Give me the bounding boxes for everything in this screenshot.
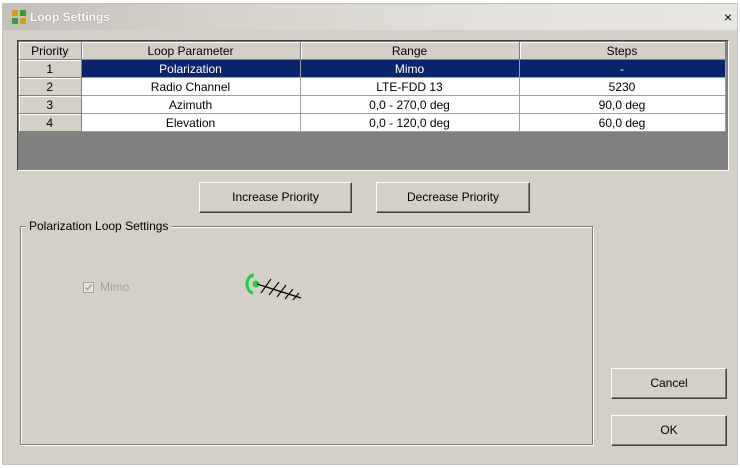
table-row[interactable]: 2 Radio Channel LTE-FDD 13 5230 <box>19 77 726 96</box>
column-header-range[interactable]: Range <box>300 42 520 60</box>
app-icon <box>12 10 26 24</box>
dialog-title: Loop Settings <box>30 10 110 24</box>
priority-cell[interactable]: 3 <box>19 95 82 114</box>
range-cell[interactable]: LTE-FDD 13 <box>300 77 520 96</box>
range-cell[interactable]: 0,0 - 120,0 deg <box>300 113 520 132</box>
column-header-priority[interactable]: Priority <box>19 42 82 60</box>
range-cell[interactable]: 0,0 - 270,0 deg <box>300 95 520 114</box>
table-header-row: Priority Loop Parameter Range Steps <box>19 42 726 60</box>
priority-cell[interactable]: 2 <box>19 77 82 96</box>
parameter-cell[interactable]: Radio Channel <box>81 77 301 96</box>
title-bar: Loop Settings × <box>3 4 737 30</box>
mimo-checkbox-row: Mimo <box>83 280 129 294</box>
polarization-antenna-icon <box>245 273 302 301</box>
steps-cell[interactable]: 90,0 deg <box>519 95 726 114</box>
group-legend: Polarization Loop Settings <box>26 219 172 233</box>
table-row[interactable]: 4 Elevation 0,0 - 120,0 deg 60,0 deg <box>19 113 726 132</box>
loop-table: Priority Loop Parameter Range Steps 1 Po… <box>19 42 726 132</box>
steps-cell[interactable]: - <box>519 59 726 78</box>
checkmark-icon <box>84 283 93 291</box>
column-header-loop-parameter[interactable]: Loop Parameter <box>81 42 301 60</box>
polarization-loop-settings-group <box>20 226 593 445</box>
priority-cell[interactable]: 1 <box>19 59 82 78</box>
steps-cell[interactable]: 5230 <box>519 77 726 96</box>
table-row[interactable]: 1 Polarization Mimo - <box>19 59 726 78</box>
priority-cell[interactable]: 4 <box>19 113 82 132</box>
mimo-checkbox[interactable] <box>83 281 94 293</box>
decrease-priority-button[interactable]: Decrease Priority <box>376 182 530 213</box>
range-cell[interactable]: Mimo <box>300 59 520 78</box>
increase-priority-button[interactable]: Increase Priority <box>199 182 352 213</box>
table-row[interactable]: 3 Azimuth 0,0 - 270,0 deg 90,0 deg <box>19 95 726 114</box>
ok-button[interactable]: OK <box>611 415 727 446</box>
parameter-cell[interactable]: Polarization <box>81 59 301 78</box>
cancel-button[interactable]: Cancel <box>611 368 727 399</box>
steps-cell[interactable]: 60,0 deg <box>519 113 726 132</box>
column-header-steps[interactable]: Steps <box>519 42 726 60</box>
loop-parameter-grid: Priority Loop Parameter Range Steps 1 Po… <box>17 40 729 171</box>
parameter-cell[interactable]: Azimuth <box>81 95 301 114</box>
close-button[interactable]: × <box>721 9 735 25</box>
mimo-label: Mimo <box>100 280 130 294</box>
loop-settings-dialog: Loop Settings × Priority Loop Parameter … <box>2 3 738 465</box>
parameter-cell[interactable]: Elevation <box>81 113 301 132</box>
